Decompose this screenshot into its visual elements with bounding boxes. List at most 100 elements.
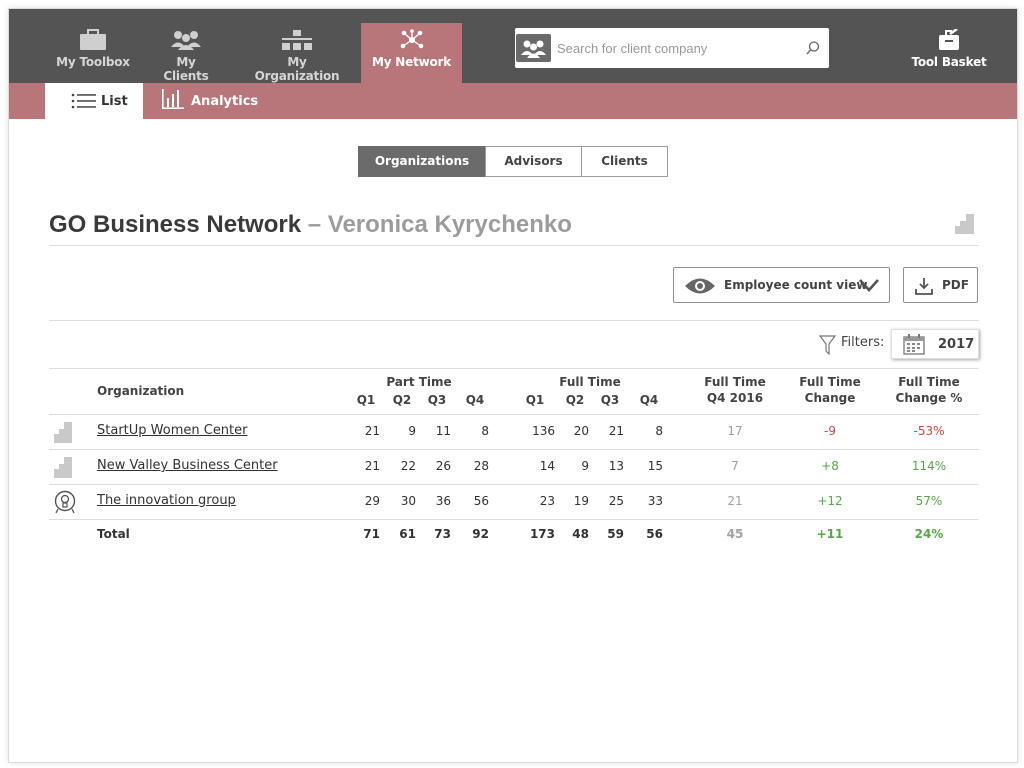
- person-name: Veronica Kyrychenko: [327, 211, 572, 238]
- cell-ft-change-pct: -53%: [913, 424, 945, 438]
- nav-label: My Network: [371, 55, 452, 69]
- search-icon[interactable]: [805, 40, 821, 56]
- tab-list[interactable]: List: [45, 83, 143, 119]
- segment-clients[interactable]: Clients: [581, 146, 668, 177]
- nav-label: Tool Basket: [911, 55, 987, 69]
- nav-my-clients[interactable]: My Clients: [153, 23, 219, 83]
- col-part-time: Part Time: [386, 375, 452, 389]
- cell-pt-q1: 29: [364, 494, 380, 508]
- row-divider: [49, 519, 979, 520]
- total-ft-q1: 173: [529, 527, 555, 541]
- cell-ft-change: +8: [821, 459, 839, 473]
- col-organization: Organization: [97, 384, 185, 398]
- filter-icon: [819, 335, 836, 355]
- cell-ft-q4: 8: [655, 424, 663, 438]
- eye-icon: [685, 278, 715, 294]
- nav-tool-basket[interactable]: Tool Basket: [909, 23, 989, 83]
- org-link[interactable]: The innovation group: [97, 493, 236, 508]
- total-ft-q2: 48: [572, 527, 589, 541]
- cell-ft-q1: 23: [539, 494, 555, 508]
- cell-ft-q4-2016: 17: [727, 424, 743, 438]
- pdf-export-button[interactable]: PDF: [903, 267, 978, 303]
- col-ft-q4-2016-line2: Q4 2016: [706, 391, 764, 405]
- cell-pt-q4: 28: [473, 459, 489, 473]
- col-ft-q3: Q3: [600, 393, 620, 407]
- org-link[interactable]: StartUp Women Center: [97, 423, 248, 438]
- nav-my-network[interactable]: My Network: [361, 23, 462, 83]
- nav-my-toolbox[interactable]: My Toolbox: [55, 23, 131, 83]
- col-pt-q3: Q3: [427, 393, 447, 407]
- organization-icon: [282, 30, 312, 50]
- filters-label: Filters:: [841, 335, 885, 350]
- cell-ft-change-pct: 114%: [911, 459, 947, 473]
- clients-icon: [171, 31, 201, 50]
- cell-pt-q4: 8: [481, 424, 489, 438]
- people-icon: [516, 34, 551, 62]
- employee-count-view-dropdown[interactable]: Employee count view: [673, 267, 890, 303]
- cell-ft-change: -9: [824, 424, 836, 438]
- view-label: Employee count view: [724, 278, 868, 292]
- segment-advisors[interactable]: Advisors: [485, 146, 582, 177]
- cell-pt-q1: 21: [364, 459, 380, 473]
- col-ft-change-pct-line1: Full Time: [898, 375, 960, 389]
- total-pt-q4: 92: [472, 527, 489, 541]
- tab-analytics-label: Analytics: [191, 94, 259, 109]
- col-ft-q4-2016: Full Time Q4 2016: [695, 374, 775, 406]
- col-ft-change-line2: Change: [804, 391, 856, 405]
- tab-list-label: List: [101, 94, 128, 109]
- cell-ft-q1: 136: [532, 424, 555, 438]
- nav-label: My Toolbox: [56, 55, 130, 69]
- col-ft-q1: Q1: [525, 393, 545, 407]
- col-ft-q2: Q2: [565, 393, 585, 407]
- cell-pt-q4: 56: [473, 494, 489, 508]
- col-ft-change: Full Time Change: [790, 374, 870, 406]
- row-divider: [49, 449, 979, 450]
- col-ft-q4: Q4: [639, 393, 659, 407]
- nav-label: My Clients: [163, 55, 209, 83]
- building-icon: [54, 457, 72, 478]
- cell-ft-q1: 14: [539, 459, 555, 473]
- col-ft-change-pct-line2: Change %: [895, 391, 963, 405]
- building-icon: [955, 214, 974, 234]
- total-ft-q4-2016: 45: [726, 527, 744, 541]
- pdf-label: PDF: [942, 278, 969, 292]
- total-pt-q1: 71: [363, 527, 380, 541]
- cell-ft-q4: 15: [647, 459, 663, 473]
- col-ft-change-pct: Full Time Change %: [884, 374, 974, 406]
- nav-my-organization[interactable]: My Organization: [245, 23, 349, 83]
- list-icon: [71, 93, 96, 109]
- cell-pt-q1: 21: [364, 424, 380, 438]
- cell-ft-change: +12: [817, 494, 843, 508]
- col-ft-change-line1: Full Time: [799, 375, 861, 389]
- lightbulb-icon: [54, 490, 76, 514]
- col-ft-q4-2016-line1: Full Time: [704, 375, 766, 389]
- cell-pt-q2: 30: [400, 494, 416, 508]
- table-top-border: [49, 368, 979, 369]
- cell-ft-change-pct: 57%: [915, 494, 943, 508]
- col-pt-q1: Q1: [356, 393, 376, 407]
- tab-analytics[interactable]: Analytics: [151, 83, 261, 119]
- nav-label: My Organization: [254, 55, 340, 83]
- total-pt-q3: 73: [434, 527, 451, 541]
- header-divider: [49, 414, 979, 415]
- search-input[interactable]: [557, 36, 797, 60]
- col-pt-q4: Q4: [465, 393, 485, 407]
- total-ft-change: +11: [816, 527, 844, 541]
- cell-pt-q3: 11: [435, 424, 451, 438]
- calendar-icon: [903, 334, 925, 355]
- analytics-icon: [162, 89, 184, 109]
- cell-ft-q2: 19: [573, 494, 589, 508]
- total-pt-q2: 61: [399, 527, 416, 541]
- total-label: Total: [97, 527, 130, 541]
- cell-ft-q2: 9: [581, 459, 589, 473]
- year-picker[interactable]: 2017: [891, 329, 979, 359]
- title-separator: –: [301, 211, 328, 238]
- toolbar-divider: [49, 320, 979, 321]
- toolbox-icon: [80, 29, 106, 50]
- col-full-time: Full Time: [559, 375, 621, 389]
- client-search: [515, 28, 829, 68]
- cell-pt-q3: 26: [435, 459, 451, 473]
- org-link[interactable]: New Valley Business Center: [97, 458, 278, 473]
- sub-nav-bar: List Analytics: [9, 83, 1017, 119]
- segment-organizations[interactable]: Organizations: [358, 146, 486, 177]
